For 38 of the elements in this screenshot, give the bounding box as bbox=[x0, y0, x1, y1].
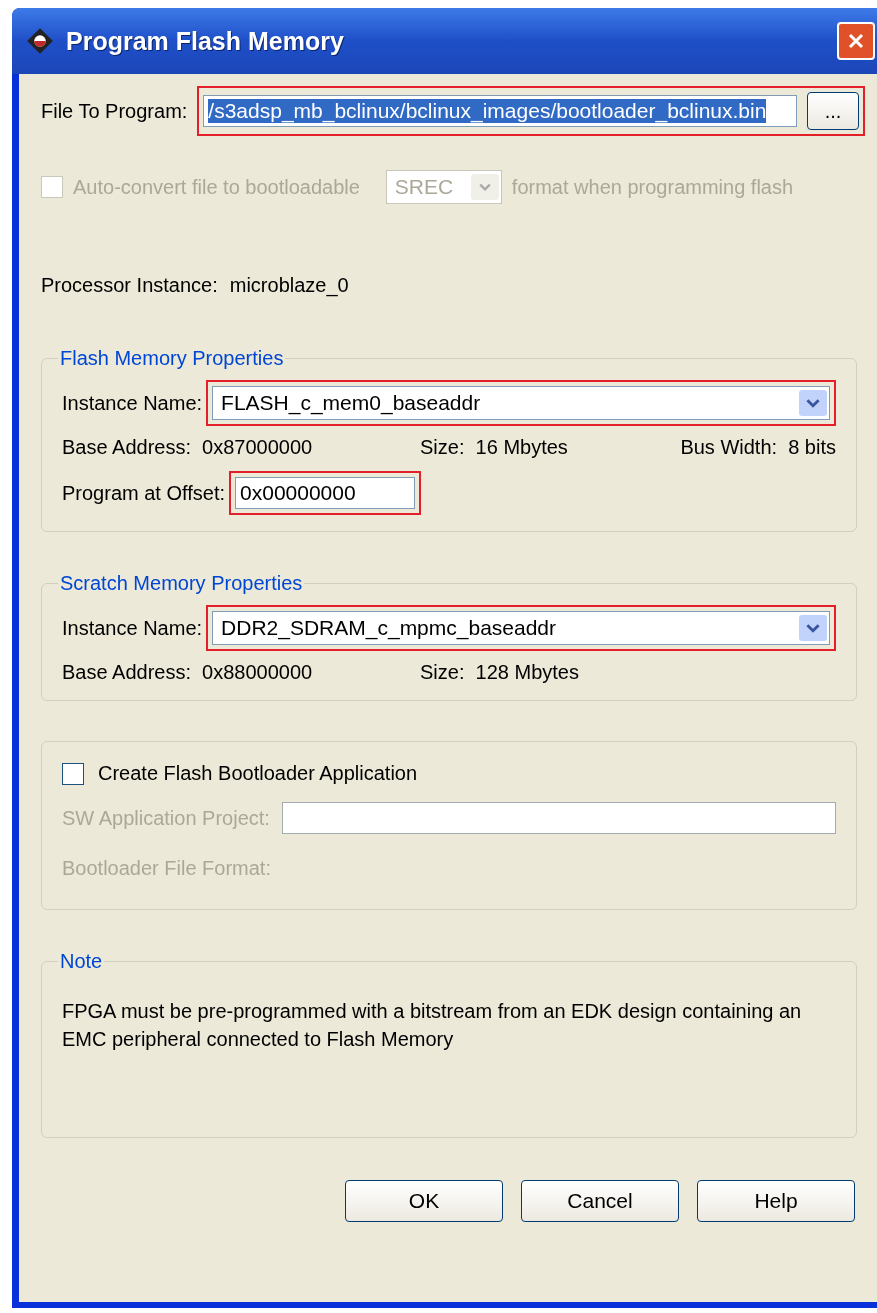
close-icon bbox=[846, 31, 866, 51]
field-label: Program at Offset: bbox=[62, 481, 226, 505]
dialog-button[interactable]: OK bbox=[345, 1180, 503, 1222]
dropdown-value: FLASH_c_mem0_baseaddr bbox=[221, 391, 481, 415]
offset-field[interactable]: 0x00000000 bbox=[235, 477, 416, 509]
field-label: Instance Name: bbox=[62, 616, 203, 640]
property-text: Base Address: 0x87000000 bbox=[62, 436, 314, 459]
window-title: Program Flash Memory bbox=[66, 26, 345, 56]
dialog-button[interactable]: Cancel bbox=[521, 1180, 679, 1222]
instance-dropdown[interactable]: FLASH_c_mem0_baseaddr bbox=[212, 386, 830, 420]
field-label: Instance Name: bbox=[62, 391, 203, 415]
file-path-value: /s3adsp_mb_bclinux/bclinux_images/bootloader_bclinux.bin bbox=[208, 99, 767, 123]
dialog-button[interactable]: Help bbox=[697, 1180, 855, 1222]
processor-label: Processor Instance: bbox=[41, 274, 218, 297]
checkbox-label: Auto-convert file to bootloadable bbox=[73, 175, 360, 199]
field-label: Bootloader File Format: bbox=[62, 856, 271, 880]
dropdown-value: DDR2_SDRAM_c_mpmc_baseaddr bbox=[221, 616, 557, 640]
offset-value: 0x00000000 bbox=[240, 481, 356, 505]
checkbox[interactable] bbox=[62, 762, 84, 785]
processor-value: microblaze_0 bbox=[229, 274, 349, 297]
field-label: SW Application Project: bbox=[62, 806, 270, 830]
property-text: Size: 16 Mbytes bbox=[420, 436, 569, 459]
dropdown-value: SREC bbox=[394, 175, 454, 199]
field-label: File To Program: bbox=[41, 99, 188, 123]
app-icon bbox=[26, 27, 54, 55]
property-text: Bus Width: 8 bits bbox=[680, 436, 836, 459]
note-text: FPGA must be pre-programmed with a bitstream from an EDK design containing an EMC peripheral connected to Flash Memory bbox=[62, 999, 803, 1052]
group-title: Note bbox=[59, 950, 104, 973]
group-title: Flash Memory Properties bbox=[59, 347, 285, 370]
close-button[interactable] bbox=[837, 22, 875, 60]
format-label: format when programming flash bbox=[511, 175, 794, 199]
group-title: Scratch Memory Properties bbox=[59, 572, 304, 595]
property-text: Size: 128 Mbytes bbox=[420, 661, 580, 684]
property-text: Base Address: 0x88000000 bbox=[62, 661, 314, 684]
browse-button[interactable]: ... bbox=[807, 92, 859, 130]
file-path-field[interactable]: /s3adsp_mb_bclinux/bclinux_images/bootloader_bclinux.bin bbox=[203, 95, 797, 127]
instance-dropdown[interactable]: DDR2_SDRAM_c_mpmc_baseaddr bbox=[212, 611, 830, 645]
checkbox-label: Create Flash Bootloader Application bbox=[98, 762, 418, 785]
